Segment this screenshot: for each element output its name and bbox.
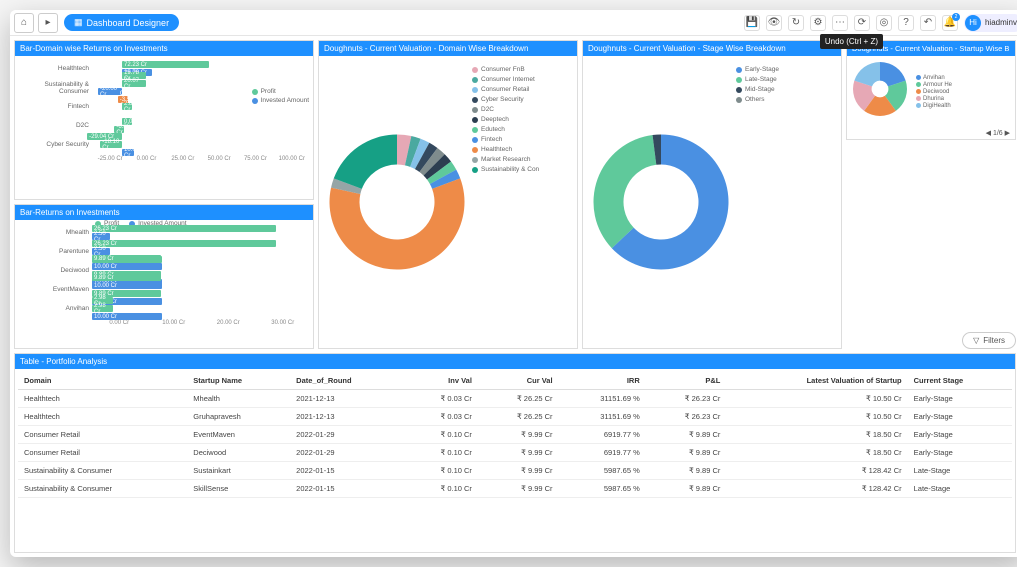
table-row[interactable]: Sustainability & ConsumerSkillSense2022-… — [18, 480, 1012, 498]
legend-item: Sustainability & Con — [472, 166, 574, 173]
title-text: Dashboard Designer — [87, 18, 170, 28]
table-row[interactable]: HealthtechGruhapravesh2021-12-13₹ 0.03 C… — [18, 408, 1012, 426]
title-pill[interactable]: ▦ Dashboard Designer — [64, 14, 179, 31]
undo-icon[interactable]: ↶ — [920, 15, 936, 31]
panel-title: Doughnuts - Current Valuation - Domain W… — [319, 41, 577, 56]
table-row[interactable]: Sustainability & ConsumerSustainkart2022… — [18, 462, 1012, 480]
panel-title: Table - Portfolio Analysis — [15, 354, 1015, 369]
legend-item: Healthtech — [472, 146, 574, 153]
home-button[interactable]: ⌂ — [14, 13, 34, 33]
legend-item: Armour He — [916, 82, 952, 88]
user-label: hiadminv — [985, 18, 1017, 27]
bar-row: Sustainability & Consumer19.78 Cr20.07 C… — [18, 78, 310, 97]
table-row[interactable]: Consumer RetailEventMaven2022-01-29₹ 0.1… — [18, 426, 1012, 444]
legend-item: Deeptech — [472, 116, 574, 123]
legend-item: Edutech — [472, 126, 574, 133]
refresh-icon[interactable]: ⟳ — [854, 15, 870, 31]
table-header[interactable]: Startup Name — [187, 372, 290, 390]
legend-item: Consumer Internet — [472, 76, 574, 83]
legend-item: Early-Stage — [736, 66, 838, 73]
legend-item: Dhurina — [916, 96, 952, 102]
user-pill[interactable]: Hi hiadminv — [964, 14, 1017, 32]
table-row[interactable]: Consumer RetailDeciwood2022-01-29₹ 0.10 … — [18, 444, 1012, 462]
code-icon[interactable]: ⋯ — [832, 15, 848, 31]
table-header[interactable]: Date_of_Round — [290, 372, 404, 390]
donut-chart — [586, 59, 736, 345]
legend-item: Mid-Stage — [736, 86, 838, 93]
panel-bar-domain-returns: Bar-Domain wise Returns on Investments P… — [14, 40, 314, 200]
filter-icon: ▽ — [973, 336, 979, 345]
table-header[interactable]: Domain — [18, 372, 187, 390]
mini-legend: AnvihanArmour HeDeciwoodDhurinaDigiHealt… — [916, 74, 952, 110]
history-icon[interactable]: ↻ — [788, 15, 804, 31]
filters-button[interactable]: ▽ Filters — [962, 332, 1016, 349]
legend-item: Fintech — [472, 136, 574, 143]
panel-donut-stage: Doughnuts - Current Valuation - Stage Wi… — [582, 40, 842, 349]
donut-legend: Consumer FnB Consumer Internet Consumer Re… — [472, 59, 574, 345]
donut-chart — [322, 59, 472, 345]
table-header[interactable]: P&L — [646, 372, 727, 390]
table-header[interactable]: Current Stage — [908, 372, 1012, 390]
legend-item: Market Research — [472, 156, 574, 163]
legend-item: Consumer FnB — [472, 66, 574, 73]
eye-icon[interactable]: 👁 — [766, 15, 782, 31]
legend-item: Late-Stage — [736, 76, 838, 83]
panel-title: Doughnuts - Current Valuation - Stage Wi… — [583, 41, 841, 56]
legend-item: Deciwood — [916, 89, 952, 95]
legend-item: Anvihan — [916, 75, 952, 81]
donut-legend: Early-Stage Late-Stage Mid-Stage Others — [736, 59, 838, 345]
bar-row: Anvihan2.98 Cr2.98 Cr10.00 Cr — [18, 299, 310, 318]
panel-bar-returns: Bar-Returns on Investments Profit Invest… — [14, 204, 314, 349]
pager[interactable]: ◀ 1/6 ▶ — [847, 127, 1015, 139]
portfolio-table: DomainStartup NameDate_of_RoundInv ValCu… — [18, 372, 1012, 498]
panel-table-portfolio: Table - Portfolio Analysis DomainStartup… — [14, 353, 1016, 553]
back-button[interactable]: ▸ — [38, 13, 58, 33]
bar-row: Cyber Security-29.04 Cr-18.10 Cr10.00 Cr — [18, 135, 310, 154]
table-header[interactable]: Latest Valuation of Startup — [726, 372, 907, 390]
legend-item: Cyber Security — [472, 96, 574, 103]
table-header[interactable]: Inv Val — [404, 372, 478, 390]
panel-donut-startup: Doughnuts - Current Valuation - Startup … — [846, 40, 1016, 140]
legend-item: DigiHealth — [916, 103, 952, 109]
table-row[interactable]: HealthtechMhealth2021-12-13₹ 0.03 Cr₹ 26… — [18, 390, 1012, 408]
undo-tooltip: Undo (Ctrl + Z) — [820, 34, 883, 49]
bell-icon[interactable]: 🔔2 — [942, 15, 958, 31]
mini-donut-chart — [850, 59, 910, 124]
table-header[interactable]: IRR — [559, 372, 646, 390]
legend-item: Others — [736, 96, 838, 103]
top-toolbar: ⌂ ▸ ▦ Dashboard Designer 💾 👁 ↻ ⚙ ⋯ ⟳ ◎ ?… — [10, 10, 1017, 36]
panel-donut-domain: Doughnuts - Current Valuation - Domain W… — [318, 40, 578, 349]
legend-item: D2C — [472, 106, 574, 113]
avatar-icon: Hi — [965, 15, 981, 31]
side-column: Doughnuts - Current Valuation - Startup … — [846, 40, 1016, 349]
save-icon[interactable]: 💾 — [744, 15, 760, 31]
legend-item: Consumer Retail — [472, 86, 574, 93]
panel-title: Bar-Returns on Investments — [15, 205, 313, 220]
pin-icon[interactable]: ◎ — [876, 15, 892, 31]
grid-icon: ▦ — [74, 17, 83, 28]
help-icon[interactable]: ? — [898, 15, 914, 31]
gear-icon[interactable]: ⚙ — [810, 15, 826, 31]
table-header[interactable]: Cur Val — [478, 372, 559, 390]
panel-title: Bar-Domain wise Returns on Investments — [15, 41, 313, 56]
